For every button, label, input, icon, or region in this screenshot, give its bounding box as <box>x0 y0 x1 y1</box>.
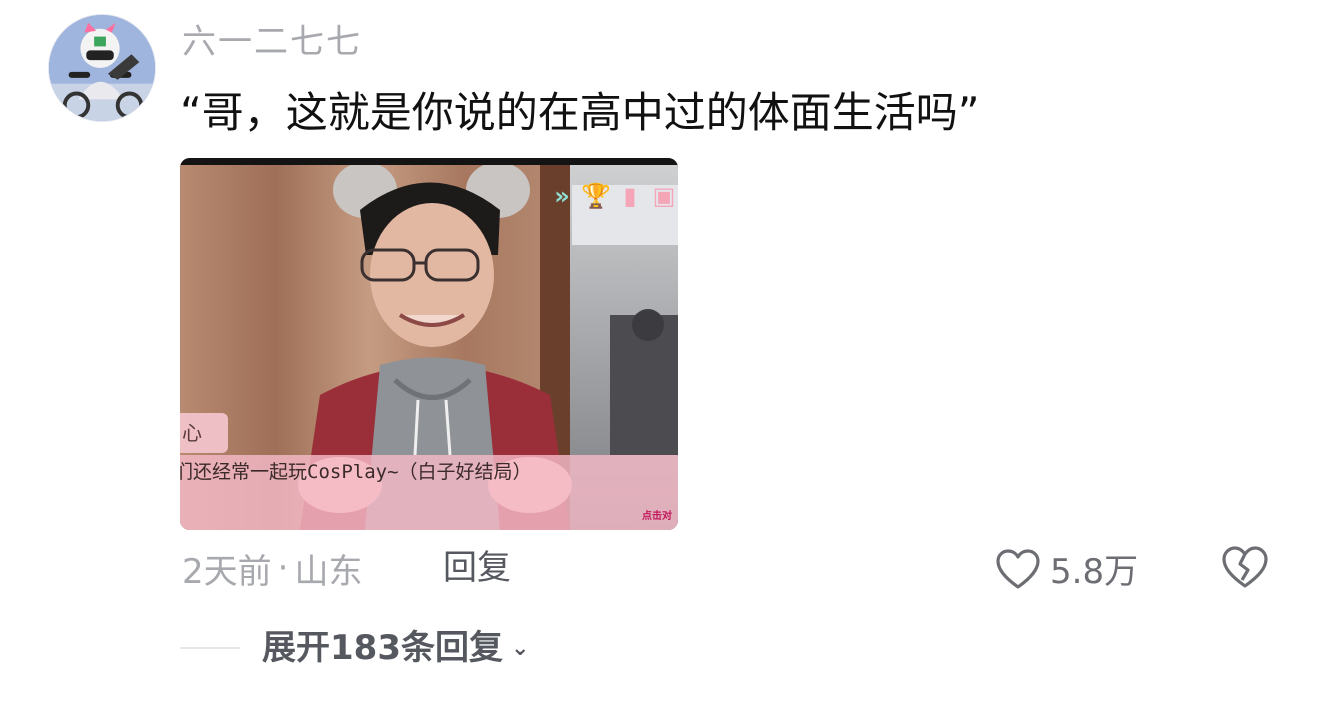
speaker-name: 心 <box>182 421 202 445</box>
speaker-name-box: 心 <box>180 413 228 453</box>
dislike-button[interactable] <box>1220 544 1270 594</box>
heart-outline-icon <box>996 548 1040 589</box>
trophy-icon[interactable]: 🏆 <box>581 179 611 213</box>
comment-text: “哥，这就是你说的在高中过的体面生活吗” <box>180 88 980 137</box>
meta-separator: · <box>277 548 289 588</box>
comment-location: 山东 <box>294 551 363 592</box>
click-hint: 点击对 <box>642 511 672 522</box>
like-button[interactable]: 5.8万 <box>994 544 1138 593</box>
avatar-image <box>49 15 155 121</box>
comment-item: 六一二七七 “哥，这就是你说的在高中过的体面生活吗” » 🏆 ▮ ▣ 心 们还经… <box>0 0 1320 714</box>
game-toolbar: » 🏆 ▮ ▣ <box>548 176 678 216</box>
broken-heart-icon <box>1222 546 1268 588</box>
notebook-icon[interactable]: ▮ <box>616 179 644 213</box>
comment-time: 2天前 <box>182 551 272 592</box>
comment-meta: 2天前 · 山东 <box>182 546 363 592</box>
save-icon[interactable]: ▣ <box>650 179 678 213</box>
username[interactable]: 六一二七七 <box>182 20 362 64</box>
avatar[interactable] <box>48 14 156 122</box>
reply-button[interactable]: 回复 <box>443 546 511 590</box>
chevron-down-icon: ⌄ <box>510 636 530 661</box>
dialog-text: 们还经常一起玩CosPlay~（白子好结局） <box>180 461 532 483</box>
image-top-strip <box>180 158 678 165</box>
expand-divider <box>180 647 240 649</box>
fast-forward-icon[interactable]: » <box>548 179 576 213</box>
comment-image[interactable]: » 🏆 ▮ ▣ 心 们还经常一起玩CosPlay~（白子好结局） 点击对 <box>180 158 678 530</box>
like-count: 5.8万 <box>1050 552 1139 592</box>
expand-replies-label: 展开183条回复 <box>262 628 503 668</box>
expand-replies-button[interactable]: 展开183条回复 ⌄ <box>262 626 529 670</box>
